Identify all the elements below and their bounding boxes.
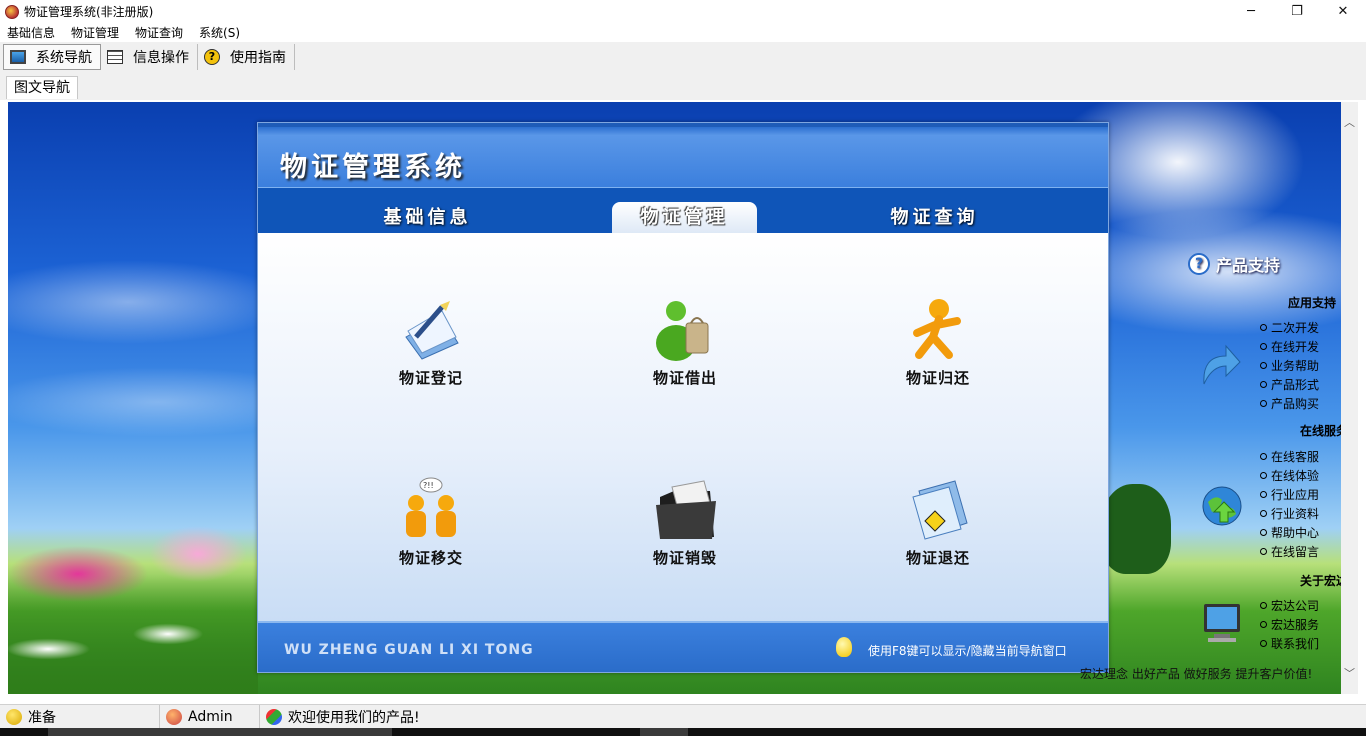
destroy-label: 物证销毁 [652,549,717,567]
status-user-text: Admin [188,708,233,725]
footer-tip: 使用F8键可以显示/隐藏当前导航窗口 [868,644,1067,658]
status-bar: 准备 Admin 欢迎使用我们的产品! [0,704,1366,729]
status-user: Admin [160,704,260,729]
runner-icon [903,297,973,361]
section-about: 关于宏达 [1299,574,1341,588]
svg-text:?!!: ?!! [423,481,434,490]
arrow-icon [1200,344,1242,393]
online-service-list: 在线客服 在线体验 行业应用 行业资料 帮助中心 在线留言 [1260,447,1319,561]
window-controls: ─ ❐ ✕ [1228,0,1366,23]
system-nav-label: 系统导航 [36,50,92,66]
tree-decoration [1101,484,1171,574]
title-bar: 物证管理系统(非注册版) ─ ❐ ✕ [0,0,1366,23]
nav-background: 物证管理系统 基础信息 物证管理 物证查询 物证登记 物证借出 物证归还 ?!!… [8,102,1341,694]
grid-icon [107,50,123,64]
evidence-lend-button[interactable]: 物证借出 [615,297,755,388]
menu-evidence-mgmt[interactable]: 物证管理 [64,24,128,41]
app-support-list: 二次开发 在线开发 业务帮助 产品形式 产品购买 [1260,318,1319,413]
computer-icon [1200,600,1244,649]
register-label: 物证登记 [398,369,463,387]
menu-basic-info[interactable]: 基础信息 [0,24,64,41]
monitor-icon [10,50,26,64]
link-product-form[interactable]: 产品形式 [1260,375,1319,394]
tab-evidence-mgmt[interactable]: 物证管理 [612,202,757,234]
lend-label: 物证借出 [652,369,717,387]
link-help-center[interactable]: 帮助中心 [1260,523,1319,542]
info-operation-label: 信息操作 [133,50,189,66]
app-icon [5,4,19,19]
return-label: 物证归还 [905,369,970,387]
panel-title: 物证管理系统 [280,152,466,183]
status-state: 准备 [0,704,160,729]
tab-basic-info[interactable]: 基础信息 [355,202,500,234]
system-nav-button[interactable]: 系统导航 [3,44,101,70]
scroll-down-icon[interactable]: ﹀ [1341,665,1358,682]
panel-header: 物证管理系统 [258,123,1108,187]
document-tabs: 图文导航 [0,72,1366,100]
link-online-trial[interactable]: 在线体验 [1260,466,1319,485]
link-online-dev[interactable]: 在线开发 [1260,337,1319,356]
scroll-up-icon[interactable]: ︿ [1341,114,1358,131]
user-icon [166,708,182,725]
link-contact[interactable]: 联系我们 [1260,634,1319,653]
evidence-refund-button[interactable]: 物证退还 [868,477,1008,568]
help-icon: ? [204,49,220,65]
info-operation-button[interactable]: 信息操作 [101,44,198,70]
section-app-support: 应用支持 [1287,296,1336,310]
vertical-scrollbar[interactable]: ︿ ﹀ [1341,102,1358,694]
footer-pinyin: WU ZHENG GUAN LI XI TONG [284,642,534,658]
status-welcome: 欢迎使用我们的产品! [260,705,420,729]
link-service[interactable]: 宏达服务 [1260,615,1319,634]
link-company[interactable]: 宏达公司 [1260,596,1319,615]
tab-evidence-query[interactable]: 物证查询 [862,202,1007,234]
close-button[interactable]: ✕ [1320,0,1366,23]
evidence-destroy-button[interactable]: 物证销毁 [615,477,755,568]
user-guide-button[interactable]: ? 使用指南 [198,44,295,70]
taskbar-edge [0,728,1366,736]
refund-label: 物证退还 [905,549,970,567]
link-secondary-dev[interactable]: 二次开发 [1260,318,1319,337]
evidence-transfer-button[interactable]: ?!! 物证移交 [361,477,501,568]
link-business-help[interactable]: 业务帮助 [1260,356,1319,375]
status-state-text: 准备 [28,709,56,726]
link-industry-docs[interactable]: 行业资料 [1260,504,1319,523]
function-grid: 物证登记 物证借出 物证归还 ?!! 物证移交 物证销毁 物证退还 [258,233,1108,621]
globe-icon [1200,484,1244,531]
link-product-buy[interactable]: 产品购买 [1260,394,1319,413]
user-guide-label: 使用指南 [230,50,286,66]
question-icon: ? [1188,253,1210,275]
minimize-button[interactable]: ─ [1228,0,1274,23]
tab-graphic-nav[interactable]: 图文导航 [6,76,78,99]
shapes-icon [266,708,282,725]
evidence-return-button[interactable]: 物证归还 [868,297,1008,388]
support-title: 产品支持 [1216,256,1281,275]
document-warning-icon [903,477,973,541]
status-welcome-text: 欢迎使用我们的产品! [288,709,420,726]
company-slogan: 宏达理念 出好产品 做好服务 提升客户价值! [1080,667,1313,681]
link-industry-app[interactable]: 行业应用 [1260,485,1319,504]
link-online-message[interactable]: 在线留言 [1260,542,1319,561]
panel-tabs: 基础信息 物证管理 物证查询 [258,187,1108,234]
panel-footer: WU ZHENG GUAN LI XI TONG 使用F8键可以显示/隐藏当前导… [258,621,1108,672]
folder-icon [650,477,720,541]
menu-system[interactable]: 系统(S) [192,24,249,41]
maximize-button[interactable]: ❐ [1274,0,1320,23]
menu-bar: 基础信息 物证管理 物证查询 系统(S) [0,23,1366,42]
toolbar: 系统导航 信息操作 ? 使用指南 [0,42,1366,72]
about-list: 宏达公司 宏达服务 联系我们 [1260,596,1319,653]
lend-icon [650,297,720,361]
support-header: ? 产品支持 [1188,252,1280,276]
window-title: 物证管理系统(非注册版) [24,5,154,19]
status-icon [6,708,22,725]
section-online-service: 在线服务 [1299,424,1341,438]
evidence-register-button[interactable]: 物证登记 [361,297,501,388]
register-icon [396,297,466,361]
transfer-label: 物证移交 [398,549,463,567]
link-online-support[interactable]: 在线客服 [1260,447,1319,466]
main-nav-panel: 物证管理系统 基础信息 物证管理 物证查询 物证登记 物证借出 物证归还 ?!!… [257,122,1109,673]
transfer-icon: ?!! [396,477,466,541]
menu-evidence-query[interactable]: 物证查询 [128,24,192,41]
flower-meadow [8,524,258,694]
lightbulb-icon [836,637,852,657]
